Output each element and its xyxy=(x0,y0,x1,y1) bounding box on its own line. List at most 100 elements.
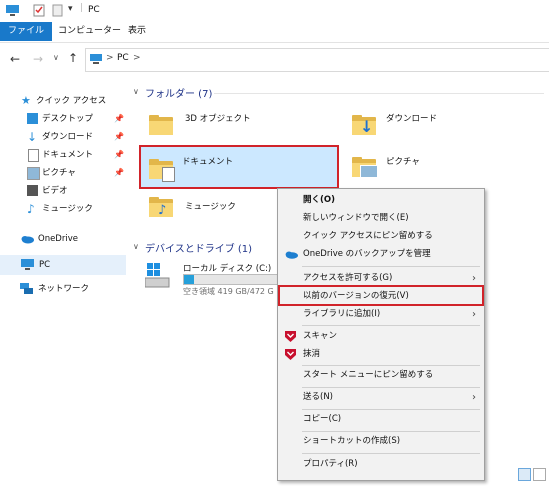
menu-label: コピー(C) xyxy=(303,414,342,424)
menu-label: 開く(O) xyxy=(303,195,335,205)
star-icon: ★ xyxy=(21,94,31,107)
new-folder-icon[interactable] xyxy=(52,4,63,17)
network-icon xyxy=(20,283,33,294)
menu-label: OneDrive のバックアップを管理 xyxy=(303,249,431,259)
music-icon: ♪ xyxy=(27,202,35,216)
title-divider: | xyxy=(80,3,84,13)
recent-locations-icon[interactable]: ∨ xyxy=(53,53,59,62)
qat-dropdown-icon[interactable]: ▾ xyxy=(68,4,73,14)
submenu-arrow-icon: › xyxy=(472,392,476,403)
menu-separator xyxy=(302,266,480,267)
menu-item-open-new-window[interactable]: 新しいウィンドウで開く(E) xyxy=(278,209,484,228)
menu-label: スキャン xyxy=(303,331,338,341)
properties-icon[interactable] xyxy=(33,4,45,17)
collapse-chevron-icon[interactable]: ∨ xyxy=(133,87,139,96)
menu-item-send-to[interactable]: 送る(N) › xyxy=(278,388,484,407)
menu-item-properties[interactable]: プロパティ(R) xyxy=(278,455,484,474)
menu-item-pin-quick-access[interactable]: クイック アクセスにピン留めする xyxy=(278,227,484,246)
folder-music[interactable]: ♪ ミュージック xyxy=(145,193,275,233)
nav-item-videos[interactable]: ビデオ xyxy=(0,182,128,200)
back-icon[interactable]: ← xyxy=(10,52,20,66)
download-arrow-icon: ↓ xyxy=(360,117,374,136)
navigation-pane: ★ クイック アクセス デスクトップ 📌 ↓ ダウンロード 📌 ドキュメント 📌… xyxy=(0,78,130,486)
nav-item-desktop[interactable]: デスクトップ 📌 xyxy=(0,110,128,128)
folder-icon xyxy=(149,115,173,135)
folder-label: ダウンロード xyxy=(386,114,438,124)
folder-3d-objects[interactable]: 3D オブジェクト xyxy=(145,103,325,143)
drive-icon xyxy=(145,263,170,288)
menu-label: ライブラリに追加(I) xyxy=(303,309,381,319)
tab-view[interactable]: 表示 xyxy=(120,22,154,41)
menu-item-create-shortcut[interactable]: ショートカットの作成(S) xyxy=(278,432,484,451)
pin-icon: 📌 xyxy=(114,150,124,159)
group-header-devices[interactable]: デバイスとドライブ (1) xyxy=(145,240,252,255)
pin-icon: 📌 xyxy=(114,114,124,123)
forward-icon[interactable]: → xyxy=(33,52,43,66)
up-icon[interactable]: ↑ xyxy=(68,51,78,65)
drive-free-space: 空き領域 419 GB/472 G xyxy=(183,287,274,296)
nav-item-documents[interactable]: ドキュメント 📌 xyxy=(0,146,128,164)
drive-c[interactable]: ローカル ディスク (C:) 空き領域 419 GB/472 G xyxy=(145,257,279,297)
nav-label: PC xyxy=(39,260,51,270)
picture-thumb-icon xyxy=(360,165,378,178)
menu-label: プロパティ(R) xyxy=(303,459,358,469)
menu-separator xyxy=(302,453,480,454)
menu-item-add-to-library[interactable]: ライブラリに追加(I) › xyxy=(278,305,484,324)
document-icon xyxy=(28,149,39,162)
large-icons-view-icon[interactable] xyxy=(533,468,546,481)
mcafee-shield-icon xyxy=(285,331,296,342)
nav-label: クイック アクセス xyxy=(36,96,107,106)
ribbon-tabs: ファイル コンピューター 表示 xyxy=(0,22,549,43)
nav-label: ビデオ xyxy=(42,186,68,196)
context-menu: 開く(O) 新しいウィンドウで開く(E) クイック アクセスにピン留めする On… xyxy=(277,188,485,481)
nav-pc[interactable]: PC xyxy=(0,255,126,275)
group-divider xyxy=(214,93,544,94)
submenu-arrow-icon: › xyxy=(472,309,476,320)
menu-item-onedrive-backup[interactable]: OneDrive のバックアップを管理 xyxy=(278,245,484,264)
cloud-icon xyxy=(285,251,298,259)
tab-file[interactable]: ファイル xyxy=(0,22,53,41)
menu-label: 送る(N) xyxy=(303,392,333,402)
folder-label: ピクチャ xyxy=(386,157,420,167)
nav-label: ネットワーク xyxy=(38,284,90,294)
menu-item-shred[interactable]: 抹消 xyxy=(278,345,484,364)
pictures-icon xyxy=(27,167,40,180)
menu-item-pin-start[interactable]: スタート メニューにピン留めする xyxy=(278,366,484,385)
group-header-folders[interactable]: フォルダー (7) xyxy=(145,85,212,100)
menu-label: 抹消 xyxy=(303,349,321,359)
desktop-icon xyxy=(27,113,38,124)
drive-usage-fill xyxy=(184,275,195,284)
tab-computer[interactable]: コンピューター xyxy=(50,22,129,41)
nav-quick-access[interactable]: ★ クイック アクセス xyxy=(0,92,128,110)
nav-network[interactable]: ネットワーク xyxy=(0,280,128,298)
nav-label: ダウンロード xyxy=(42,132,94,142)
folder-downloads[interactable]: ↓ ダウンロード xyxy=(348,103,528,143)
pc-icon xyxy=(90,54,102,64)
menu-item-scan[interactable]: スキャン xyxy=(278,327,484,346)
details-view-icon[interactable] xyxy=(518,468,531,481)
menu-item-copy[interactable]: コピー(C) xyxy=(278,410,484,429)
pin-icon: 📌 xyxy=(114,168,124,177)
download-icon: ↓ xyxy=(27,130,38,144)
folder-label: ミュージック xyxy=(185,202,236,212)
collapse-chevron-icon[interactable]: ∨ xyxy=(133,242,139,251)
address-segment-pc[interactable]: PC xyxy=(117,53,129,63)
menu-label: スタート メニューにピン留めする xyxy=(303,370,434,380)
address-bar[interactable]: > PC > xyxy=(85,48,549,72)
nav-label: ミュージック xyxy=(42,204,93,214)
nav-label: ピクチャ xyxy=(42,168,76,178)
menu-label: ショートカットの作成(S) xyxy=(303,436,401,446)
navigation-bar: ← → ∨ ↑ > PC > xyxy=(0,43,549,77)
highlight-box-restore xyxy=(278,285,484,306)
address-separator[interactable]: > xyxy=(133,53,141,63)
nav-item-downloads[interactable]: ↓ ダウンロード 📌 xyxy=(0,128,128,146)
nav-item-pictures[interactable]: ピクチャ 📌 xyxy=(0,164,128,182)
nav-item-music[interactable]: ♪ ミュージック xyxy=(0,200,128,218)
menu-label: 新しいウィンドウで開く(E) xyxy=(303,213,409,223)
menu-item-open[interactable]: 開く(O) xyxy=(278,191,484,210)
nav-onedrive[interactable]: OneDrive xyxy=(0,230,128,248)
folder-pictures[interactable]: ピクチャ xyxy=(348,145,528,185)
window-title: PC xyxy=(88,5,100,15)
nav-label: ドキュメント xyxy=(42,150,94,160)
address-separator: > xyxy=(106,53,114,63)
